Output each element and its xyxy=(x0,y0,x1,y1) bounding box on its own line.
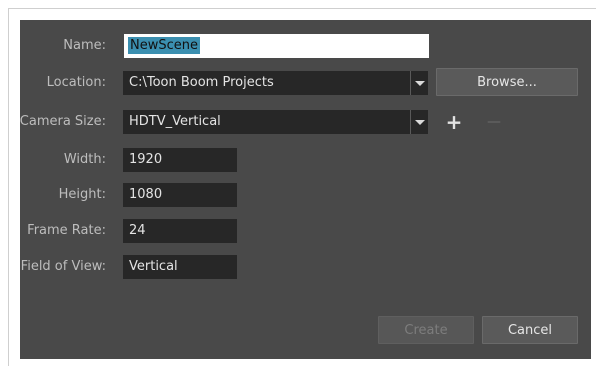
height-input[interactable]: 1080 xyxy=(123,183,237,207)
location-label: Location: xyxy=(46,75,106,90)
plus-icon[interactable]: + xyxy=(445,112,463,132)
location-dropdown[interactable]: C:\Toon Boom Projects xyxy=(123,71,410,95)
name-label: Name: xyxy=(63,38,106,53)
frame-rate-label: Frame Rate: xyxy=(27,223,106,238)
camera-size-label: Camera Size: xyxy=(19,114,106,129)
frame-rate-input[interactable]: 24 xyxy=(123,219,237,243)
width-label: Width: xyxy=(63,152,106,167)
field-of-view-input[interactable]: Vertical xyxy=(123,255,237,279)
height-label: Height: xyxy=(58,187,106,202)
field-of-view-label: Field of View: xyxy=(20,259,106,274)
cancel-button[interactable]: Cancel xyxy=(482,316,578,344)
width-input[interactable]: 1920 xyxy=(123,148,237,172)
name-input[interactable]: NewScene xyxy=(124,34,429,58)
browse-button[interactable]: Browse... xyxy=(436,68,578,96)
create-button[interactable]: Create xyxy=(378,316,474,344)
minus-icon[interactable]: — xyxy=(485,113,503,131)
name-input-value: NewScene xyxy=(128,37,200,54)
location-chevron-down-icon[interactable] xyxy=(410,71,428,95)
camera-size-dropdown[interactable]: HDTV_Vertical xyxy=(123,110,410,134)
new-scene-dialog: Name: NewScene Location: C:\Toon Boom Pr… xyxy=(20,20,591,359)
camera-size-chevron-down-icon[interactable] xyxy=(410,110,428,134)
